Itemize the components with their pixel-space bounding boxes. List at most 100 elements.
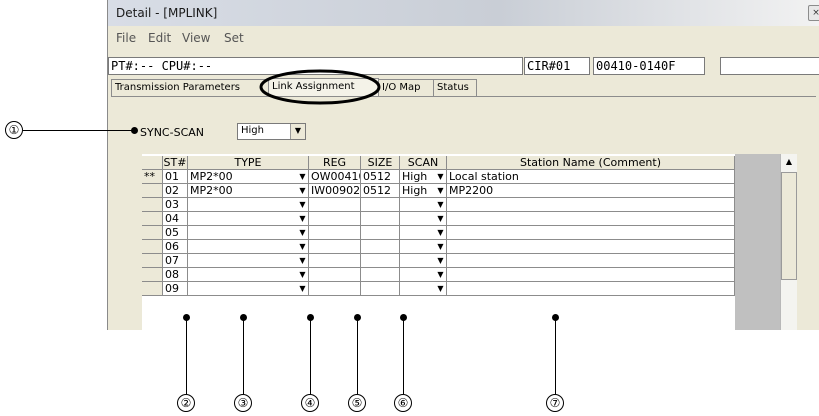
type-cell[interactable] bbox=[188, 212, 309, 226]
chevron-down-icon[interactable]: ▼ bbox=[297, 212, 308, 226]
type-cell[interactable] bbox=[188, 254, 309, 268]
menu-set[interactable]: Set bbox=[224, 31, 244, 45]
scrollbar-thumb[interactable] bbox=[781, 172, 797, 280]
reg-cell[interactable] bbox=[309, 254, 361, 268]
size-cell[interactable]: 0512 bbox=[361, 184, 400, 198]
reg-cell[interactable] bbox=[309, 212, 361, 226]
type-cell[interactable] bbox=[188, 226, 309, 240]
header-st: ST# bbox=[163, 156, 188, 170]
header-corner bbox=[142, 156, 163, 170]
menu-edit[interactable]: Edit bbox=[148, 31, 171, 45]
reg-cell[interactable] bbox=[309, 226, 361, 240]
chevron-down-icon[interactable]: ▼ bbox=[297, 198, 308, 212]
chevron-down-icon[interactable]: ▼ bbox=[297, 282, 308, 296]
close-icon[interactable]: × bbox=[808, 5, 819, 21]
chevron-down-icon[interactable]: ▼ bbox=[435, 282, 446, 296]
type-cell[interactable] bbox=[188, 240, 309, 254]
table-grey-area bbox=[735, 154, 780, 330]
station-number-cell[interactable]: 07 bbox=[163, 254, 188, 268]
header-size: SIZE bbox=[361, 156, 400, 170]
chevron-down-icon[interactable]: ▼ bbox=[297, 226, 308, 240]
chevron-down-icon[interactable]: ▼ bbox=[435, 226, 446, 240]
reg-cell[interactable]: OW00410 bbox=[309, 170, 361, 184]
chevron-down-icon[interactable]: ▼ bbox=[435, 268, 446, 282]
station-number-cell[interactable]: 01 bbox=[163, 170, 188, 184]
reg-cell[interactable] bbox=[309, 240, 361, 254]
type-cell[interactable] bbox=[188, 198, 309, 212]
chevron-down-icon[interactable]: ▼ bbox=[435, 240, 446, 254]
row-marker bbox=[142, 254, 163, 268]
callout-3: ③ bbox=[234, 394, 252, 412]
chevron-down-icon[interactable]: ▼ bbox=[435, 184, 446, 198]
station-name-cell[interactable] bbox=[447, 198, 735, 212]
chevron-down-icon[interactable]: ▼ bbox=[435, 254, 446, 268]
header-scan: SCAN bbox=[400, 156, 447, 170]
station-name-cell[interactable] bbox=[447, 212, 735, 226]
row-marker bbox=[142, 282, 163, 296]
callout-1-point bbox=[131, 127, 138, 134]
scroll-up-icon[interactable]: ▲ bbox=[781, 154, 797, 170]
size-cell[interactable] bbox=[361, 268, 400, 282]
extra-field bbox=[720, 57, 819, 75]
chevron-down-icon[interactable]: ▼ bbox=[297, 170, 308, 184]
reg-cell[interactable] bbox=[309, 282, 361, 296]
sync-scan-label: SYNC-SCAN bbox=[140, 126, 204, 139]
tab-io-map[interactable]: I/O Map bbox=[378, 79, 434, 96]
station-name-cell[interactable] bbox=[447, 240, 735, 254]
chevron-down-icon[interactable]: ▼ bbox=[297, 268, 308, 282]
station-name-cell[interactable] bbox=[447, 226, 735, 240]
chevron-down-icon[interactable]: ▼ bbox=[297, 184, 308, 198]
station-name-cell[interactable] bbox=[447, 268, 735, 282]
link-assignment-table: ST# TYPE REG SIZE SCAN Station Name (Comment)… bbox=[142, 154, 735, 330]
station-number-cell[interactable]: 08 bbox=[163, 268, 188, 282]
chevron-down-icon[interactable]: ▼ bbox=[290, 124, 305, 139]
chevron-down-icon[interactable]: ▼ bbox=[435, 170, 446, 184]
callout-5: ⑤ bbox=[348, 394, 366, 412]
menu-file[interactable]: File bbox=[116, 31, 136, 45]
sync-scan-value: High bbox=[241, 125, 264, 136]
header-station-name: Station Name (Comment) bbox=[447, 156, 735, 170]
code-field: 00410-0140F bbox=[593, 57, 705, 75]
reg-cell[interactable]: IW00902 bbox=[309, 184, 361, 198]
sync-scan-select[interactable]: High ▼ bbox=[237, 123, 306, 140]
callout-7: ⑦ bbox=[546, 394, 564, 412]
station-name-cell[interactable] bbox=[447, 282, 735, 296]
highlight-ellipse-shape bbox=[259, 69, 381, 105]
station-name-cell[interactable]: Local station bbox=[447, 170, 735, 184]
reg-cell[interactable] bbox=[309, 198, 361, 212]
size-cell[interactable] bbox=[361, 226, 400, 240]
chevron-down-icon[interactable]: ▼ bbox=[297, 254, 308, 268]
size-cell[interactable] bbox=[361, 240, 400, 254]
station-number-cell[interactable]: 05 bbox=[163, 226, 188, 240]
station-number-cell[interactable]: 03 bbox=[163, 198, 188, 212]
size-cell[interactable] bbox=[361, 198, 400, 212]
type-cell[interactable] bbox=[188, 282, 309, 296]
type-cell[interactable]: MP2*00 bbox=[188, 170, 309, 184]
tab-transmission-parameters[interactable]: Transmission Parameters bbox=[111, 79, 269, 96]
chevron-down-icon[interactable]: ▼ bbox=[435, 212, 446, 226]
type-cell[interactable]: MP2*00 bbox=[188, 184, 309, 198]
detail-window: Detail - [MPLINK] × File Edit View Set P… bbox=[107, 0, 819, 330]
tab-status[interactable]: Status bbox=[433, 79, 477, 96]
type-cell[interactable] bbox=[188, 268, 309, 282]
size-cell[interactable] bbox=[361, 212, 400, 226]
menu-view[interactable]: View bbox=[182, 31, 210, 45]
station-number-cell[interactable]: 04 bbox=[163, 212, 188, 226]
size-cell[interactable]: 0512 bbox=[361, 170, 400, 184]
row-marker bbox=[142, 226, 163, 240]
station-number-cell[interactable]: 06 bbox=[163, 240, 188, 254]
station-number-cell[interactable]: 09 bbox=[163, 282, 188, 296]
size-cell[interactable] bbox=[361, 282, 400, 296]
vertical-scrollbar[interactable]: ▲ bbox=[780, 154, 797, 330]
station-name-cell[interactable] bbox=[447, 254, 735, 268]
station-name-cell[interactable]: MP2200 bbox=[447, 184, 735, 198]
chevron-down-icon[interactable]: ▼ bbox=[435, 198, 446, 212]
title-bar[interactable]: Detail - [MPLINK] × bbox=[108, 0, 819, 26]
callout-6: ⑥ bbox=[394, 394, 412, 412]
size-cell[interactable] bbox=[361, 254, 400, 268]
chevron-down-icon[interactable]: ▼ bbox=[297, 240, 308, 254]
callout-2: ② bbox=[177, 394, 195, 412]
station-number-cell[interactable]: 02 bbox=[163, 184, 188, 198]
reg-cell[interactable] bbox=[309, 268, 361, 282]
callout-6-leader bbox=[403, 318, 404, 394]
